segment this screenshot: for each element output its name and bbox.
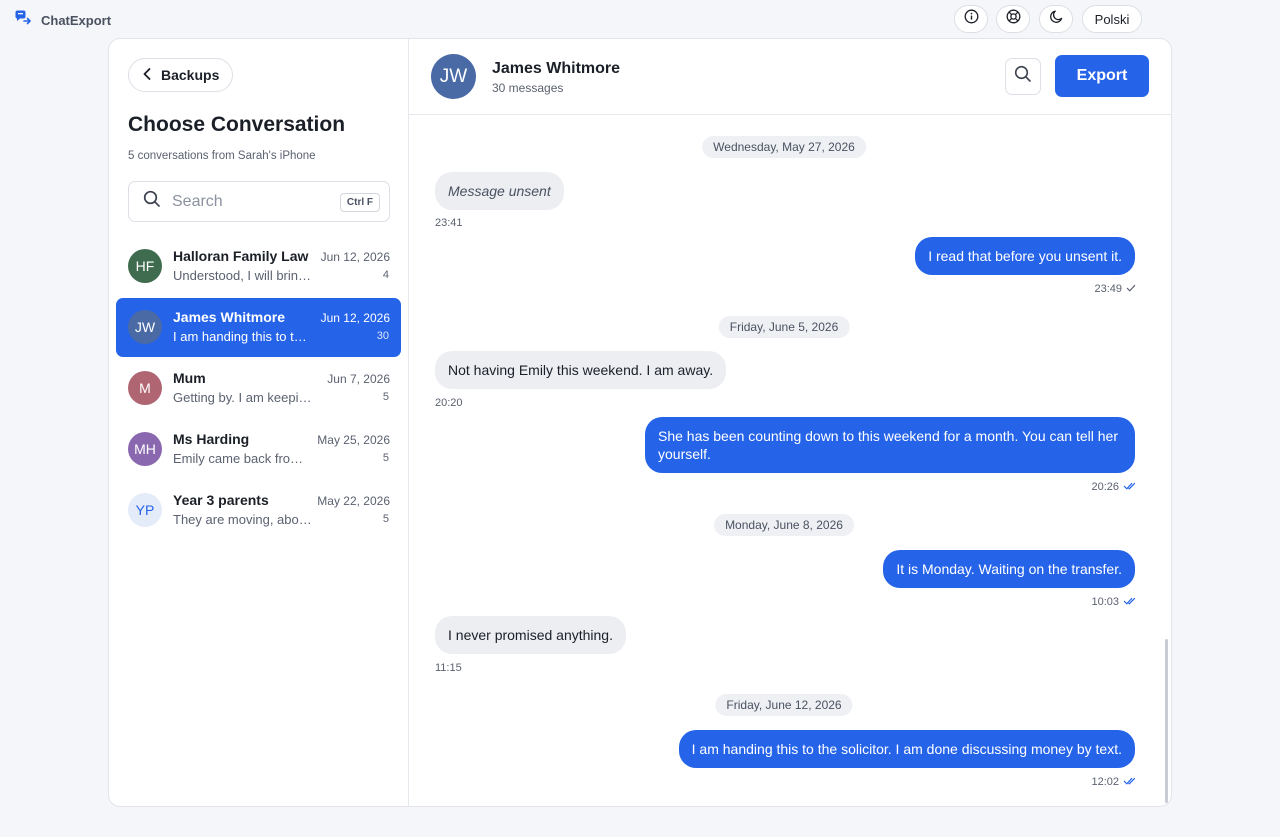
conversation-count: 30 — [376, 330, 389, 342]
conversation-preview: I am handing this to the solicitor. — [173, 329, 313, 344]
scrollbar[interactable] — [1165, 639, 1168, 803]
timestamp: 12:02 — [1091, 776, 1119, 788]
avatar: YP — [128, 493, 162, 527]
conversation-name: Year 3 parents — [173, 492, 269, 508]
date-divider: Wednesday, May 27, 2026 — [702, 136, 866, 158]
conversation-item[interactable]: YP Year 3 parents They are moving, about t… — [116, 481, 401, 540]
conversation-item[interactable]: HF Halloran Family Law Understood, I will … — [116, 237, 401, 296]
message-bubble: Not having Emily this weekend. I am away… — [435, 351, 727, 389]
conversation-count: 4 — [382, 269, 389, 281]
conversation-item[interactable]: MH Ms Harding Emily came back from the tri… — [116, 420, 401, 479]
conversation-count: 5 — [382, 391, 389, 403]
message-bubble: It is Monday. Waiting on the transfer. — [883, 550, 1135, 588]
read-receipt-icon — [1123, 776, 1136, 788]
moon-icon — [1049, 9, 1064, 29]
message-bubble: She has been counting down to this weeke… — [645, 417, 1135, 473]
conversation-preview: They are moving, about the party. — [173, 512, 313, 527]
chat-search-button[interactable] — [1005, 58, 1041, 95]
message-thread[interactable]: Wednesday, May 27, 2026 Message unsent 23:… — [409, 116, 1171, 806]
timestamp: 10:03 — [1091, 596, 1119, 608]
sent-check-icon — [1126, 283, 1136, 295]
conversation-summary: 5 conversations from Sarah's iPhone — [128, 150, 316, 162]
search-icon — [143, 190, 161, 213]
conversation-name: Mum — [173, 370, 206, 386]
timestamp: 20:20 — [435, 397, 463, 409]
language-button[interactable]: Polski — [1082, 5, 1142, 33]
lifebuoy-icon — [1006, 9, 1021, 29]
avatar: JW — [431, 54, 476, 99]
avatar: HF — [128, 249, 162, 283]
conversation-search-input[interactable]: Search Ctrl F — [128, 181, 390, 222]
read-receipt-icon — [1123, 596, 1136, 608]
avatar: MH — [128, 432, 162, 466]
export-button[interactable]: Export — [1055, 55, 1149, 97]
conversation-date: May 22, 2026 — [317, 494, 390, 508]
message-time: 11:15 — [435, 662, 462, 674]
info-button[interactable] — [954, 5, 988, 33]
date-divider: Friday, June 12, 2026 — [715, 694, 853, 716]
conversation-preview: Getting by. I am keeping busy. — [173, 390, 313, 405]
conversation-date: May 25, 2026 — [317, 433, 390, 447]
conversation-name: James Whitmore — [173, 309, 286, 325]
timestamp: 20:26 — [1091, 481, 1119, 493]
info-icon — [964, 9, 979, 29]
timestamp: 23:41 — [435, 217, 463, 229]
theme-toggle-button[interactable] — [1039, 5, 1073, 33]
conversation-list: HF Halloran Family Law Understood, I will … — [116, 237, 401, 542]
timestamp: 23:49 — [1094, 283, 1122, 295]
timestamp: 11:15 — [435, 662, 462, 674]
read-receipt-icon — [1123, 481, 1136, 493]
conversation-date: Jun 7, 2026 — [327, 372, 390, 386]
message-time: 20:26 — [1091, 481, 1136, 493]
back-label: Backups — [161, 67, 220, 83]
search-icon — [1014, 65, 1032, 88]
chevron-left-icon — [143, 67, 151, 83]
brand: ChatExport — [15, 10, 111, 30]
backups-back-button[interactable]: Backups — [128, 58, 233, 92]
message-bubble: I never promised anything. — [435, 616, 626, 654]
chat-export-logo-icon — [15, 10, 32, 30]
app-name: ChatExport — [41, 12, 112, 28]
avatar: M — [128, 371, 162, 405]
message-bubble: Message unsent — [435, 172, 564, 210]
message-time: 12:02 — [1091, 776, 1136, 788]
chat-header: JW James Whitmore 30 messages Export — [409, 39, 1171, 115]
conversation-item[interactable]: JW James Whitmore I am handing this to the… — [116, 298, 401, 357]
avatar: JW — [128, 310, 162, 344]
conversation-preview: Emily came back from the trip. — [173, 451, 313, 466]
date-divider: Friday, June 5, 2026 — [718, 316, 850, 338]
top-bar: ChatExport Polski — [0, 0, 1280, 38]
shortcut-badge: Ctrl F — [339, 193, 380, 212]
date-divider: Monday, June 8, 2026 — [714, 514, 854, 536]
message-time: 20:20 — [435, 397, 463, 409]
chat-pane: JW James Whitmore 30 messages Export Wed… — [409, 39, 1171, 806]
conversation-count: 5 — [382, 513, 389, 525]
page-title: Choose Conversation — [128, 113, 346, 136]
message-count: 30 messages — [492, 81, 564, 95]
message-time: 23:41 — [435, 217, 463, 229]
conversation-sidebar: Backups Choose Conversation 5 conversati… — [109, 39, 409, 806]
conversation-date: Jun 12, 2026 — [320, 250, 390, 264]
help-button[interactable] — [996, 5, 1030, 33]
chat-contact-name: James Whitmore — [492, 60, 621, 77]
message-bubble: I am handing this to the solicitor. I am… — [678, 730, 1135, 768]
conversation-preview: Understood, I will bring the documents. — [173, 268, 313, 283]
message-time: 10:03 — [1091, 596, 1136, 608]
message-bubble: I read that before you unsent it. — [915, 237, 1135, 275]
conversation-count: 5 — [382, 452, 389, 464]
search-placeholder: Search — [172, 192, 223, 210]
main-card: Backups Choose Conversation 5 conversati… — [108, 38, 1172, 807]
conversation-item[interactable]: M Mum Getting by. I am keeping busy. Jun 7,… — [116, 359, 401, 418]
message-time: 23:49 — [1094, 283, 1136, 295]
conversation-name: Halloran Family Law — [173, 248, 309, 264]
conversation-date: Jun 12, 2026 — [320, 311, 390, 325]
conversation-name: Ms Harding — [173, 431, 250, 447]
